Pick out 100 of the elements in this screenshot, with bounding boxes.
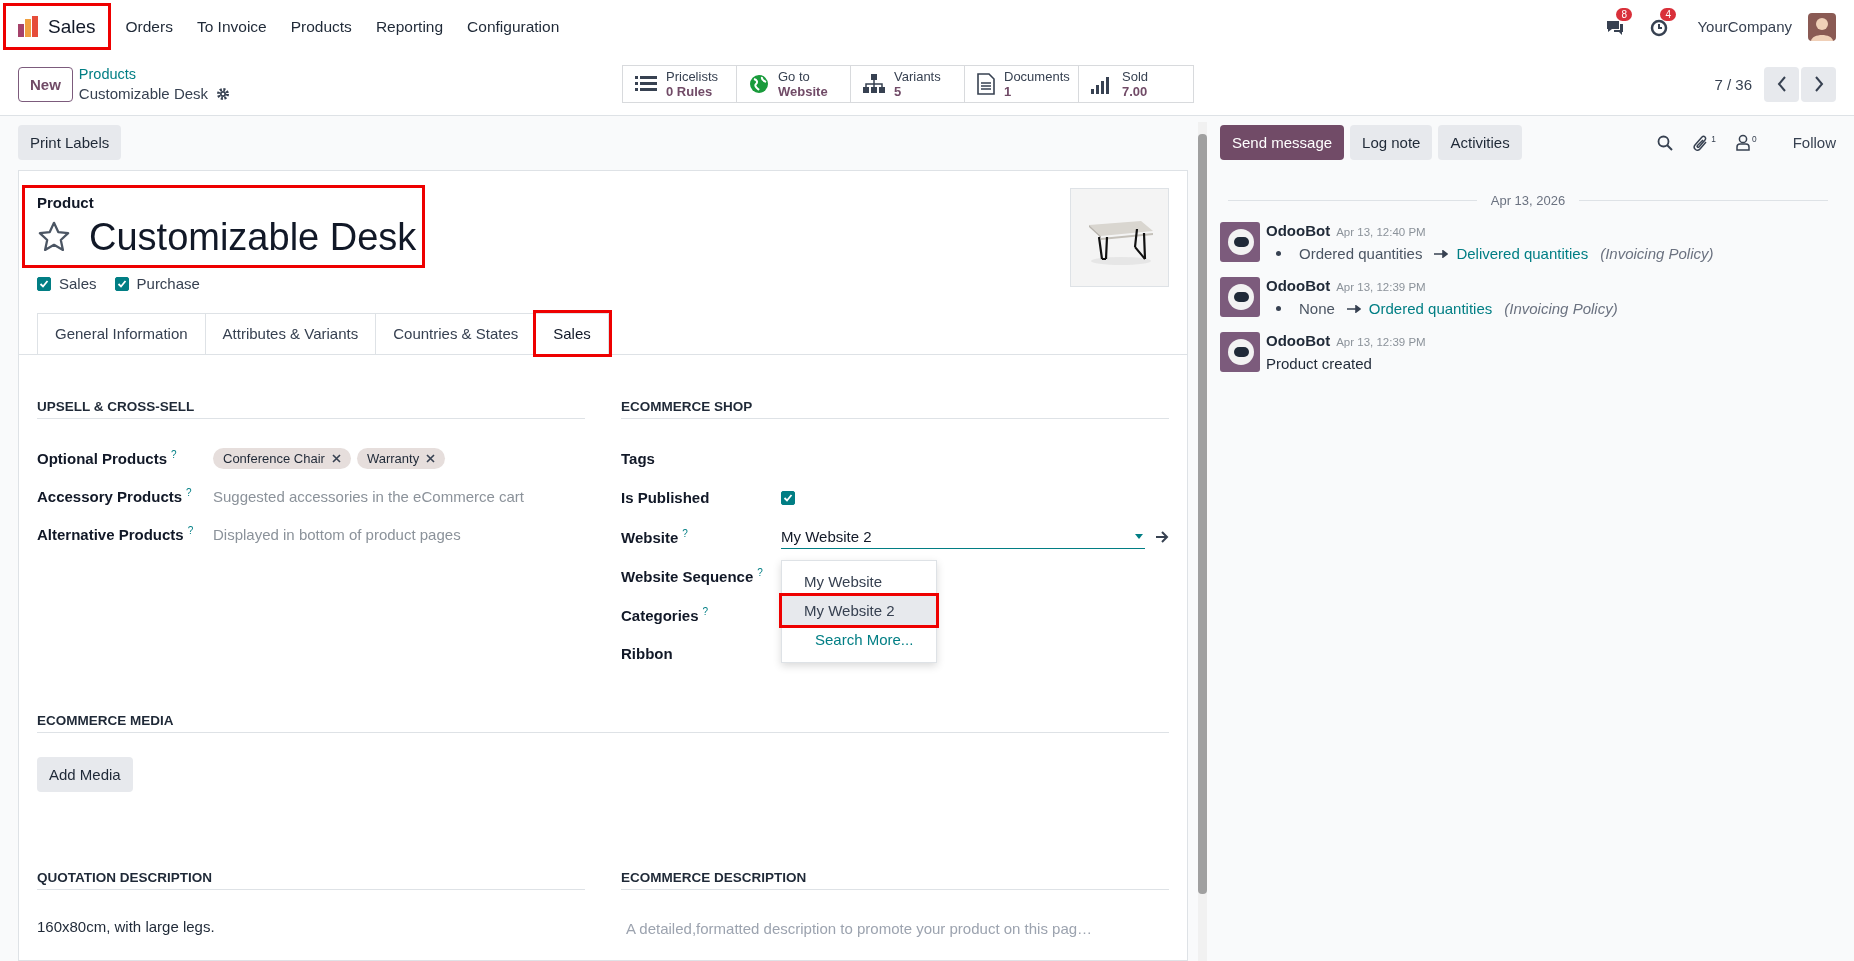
field-label: Optional Products	[37, 450, 167, 467]
smart-button[interactable]: Sold 7.00	[1079, 66, 1193, 102]
message-body: Product created	[1266, 355, 1373, 372]
follow-button[interactable]: Follow	[1792, 134, 1836, 151]
date-separator: Apr 13, 2026	[1490, 193, 1566, 208]
smart-button-label: Variants	[894, 69, 941, 84]
user-avatar-icon[interactable]	[1808, 12, 1836, 41]
chatter-button[interactable]: Activities	[1438, 125, 1522, 160]
input-field[interactable]: Displayed in bottom of product pages	[213, 525, 585, 543]
tab[interactable]: General Information	[37, 313, 206, 354]
checkbox[interactable]	[114, 276, 129, 291]
smart-button[interactable]: Go to Website	[737, 66, 851, 102]
person-icon[interactable]	[1736, 134, 1750, 151]
smart-button-value: 1	[1004, 84, 1013, 99]
section-title: UPSELL & CROSS-SELL	[37, 399, 585, 419]
smart-button-label: Pricelists	[666, 69, 718, 84]
field-label: Is Published	[621, 489, 710, 506]
tag-label: Warranty	[366, 450, 420, 466]
dropdown-option[interactable]: My Website	[782, 567, 936, 596]
chevron-left-icon	[1776, 76, 1787, 92]
gear-icon[interactable]	[216, 86, 231, 101]
section-title: ECOMMERCE MEDIA	[37, 713, 1169, 733]
search-icon[interactable]	[1657, 134, 1674, 151]
notification-badge: 8	[1616, 7, 1633, 21]
search-more-link[interactable]: Search More...	[782, 625, 936, 654]
help-tooltip[interactable]: ?	[682, 527, 688, 539]
tag-label: Conference Chair	[223, 450, 325, 466]
checkbox-label: Sales	[59, 275, 97, 292]
dropdown-option[interactable]: My Website 2	[782, 596, 936, 625]
caret-icon	[1135, 534, 1143, 539]
bot-avatar-icon[interactable]	[1220, 332, 1260, 372]
message-time: Apr 13, 12:40 PM	[1336, 226, 1426, 238]
old-value: Ordered quantities	[1299, 245, 1423, 262]
smart-button-value: 5	[894, 84, 903, 99]
company-name[interactable]: YourCompany	[1697, 18, 1792, 35]
chatter-button[interactable]: Log note	[1350, 125, 1433, 160]
follower-count: 0	[1752, 134, 1757, 144]
help-tooltip[interactable]: ?	[186, 487, 192, 498]
help-tooltip[interactable]: ?	[757, 566, 763, 578]
field-caption: Product	[37, 194, 95, 211]
next-button[interactable]	[1801, 66, 1836, 102]
new-button[interactable]: New	[18, 66, 73, 102]
field-label: Ribbon	[621, 645, 673, 662]
previous-button[interactable]	[1764, 66, 1799, 102]
checkbox[interactable]	[37, 276, 51, 291]
arrow-right-icon[interactable]	[1155, 530, 1169, 543]
field-label: Accessory Products	[37, 488, 183, 505]
changed-field: (Invoicing Policy)	[1600, 245, 1714, 262]
app-logo-icon	[16, 15, 40, 39]
message-time: Apr 13, 12:39 PM	[1336, 336, 1426, 348]
help-tooltip[interactable]: ?	[171, 449, 177, 460]
notification-badge: 4	[1660, 7, 1677, 21]
checkbox-label: Purchase	[136, 275, 200, 292]
help-tooltip[interactable]: ?	[702, 605, 709, 617]
smart-button-label: Go to	[778, 69, 811, 84]
attachment-count: 1	[1711, 133, 1716, 144]
arrow-right-icon	[1434, 249, 1449, 258]
star-icon[interactable]	[37, 220, 71, 254]
description-text[interactable]: 160x80cm, with large legs.	[37, 918, 585, 935]
smart-button[interactable]: Variants 5	[851, 66, 965, 102]
chatter-button[interactable]: Send message	[1220, 125, 1345, 160]
pager-counter: 7 / 36	[1714, 75, 1752, 93]
message-author: OdooBot	[1266, 332, 1331, 349]
product-name[interactable]: Customizable Desk	[89, 211, 417, 263]
menu-item[interactable]: Products	[290, 17, 352, 36]
select-field[interactable]: My Website 2	[781, 524, 1145, 549]
bullet-icon	[1276, 306, 1281, 311]
smart-button[interactable]: Pricelists 0 Rules	[623, 66, 737, 102]
menu-item[interactable]: Configuration	[467, 17, 560, 36]
smart-button[interactable]: Documents 1	[965, 66, 1079, 102]
list-icon	[635, 75, 657, 93]
section-title: QUOTATION DESCRIPTION	[37, 870, 585, 890]
chevron-right-icon	[1813, 76, 1824, 92]
smart-button-value: 7.00	[1122, 84, 1149, 99]
arrow-right-icon	[1346, 304, 1361, 313]
help-tooltip[interactable]: ?	[187, 525, 194, 536]
changed-field: (Invoicing Policy)	[1504, 300, 1618, 317]
app-name: Sales	[48, 16, 96, 38]
bot-avatar-icon[interactable]	[1220, 277, 1260, 317]
breadcrumb-link[interactable]: Products	[78, 65, 231, 84]
field-label: Alternative Products	[37, 526, 184, 543]
print-labels-button[interactable]: Print Labels	[18, 125, 122, 160]
bot-avatar-icon[interactable]	[1220, 222, 1260, 262]
remove-icon[interactable]	[331, 453, 341, 463]
add-media-button[interactable]: Add Media	[37, 757, 133, 792]
smart-button-value: Website	[778, 84, 828, 99]
field-label: Categories	[621, 606, 699, 624]
menu-item[interactable]: Reporting	[375, 17, 444, 36]
section-title: ECOMMERCE SHOP	[621, 399, 1169, 419]
tab[interactable]: Sales	[536, 313, 609, 354]
app-switcher[interactable]: Sales	[6, 6, 108, 47]
menu-item[interactable]: Orders	[125, 17, 173, 36]
tab[interactable]: Attributes & Variants	[205, 313, 377, 354]
input-field[interactable]: Suggested accessories in the eCommerce cart	[213, 487, 585, 505]
checkbox[interactable]	[781, 490, 795, 505]
remove-icon[interactable]	[426, 453, 436, 463]
menu-item[interactable]: To Invoice	[196, 17, 267, 36]
paperclip-icon[interactable]	[1693, 133, 1710, 152]
message-author: OdooBot	[1266, 277, 1331, 294]
message-time: Apr 13, 12:39 PM	[1336, 281, 1426, 293]
